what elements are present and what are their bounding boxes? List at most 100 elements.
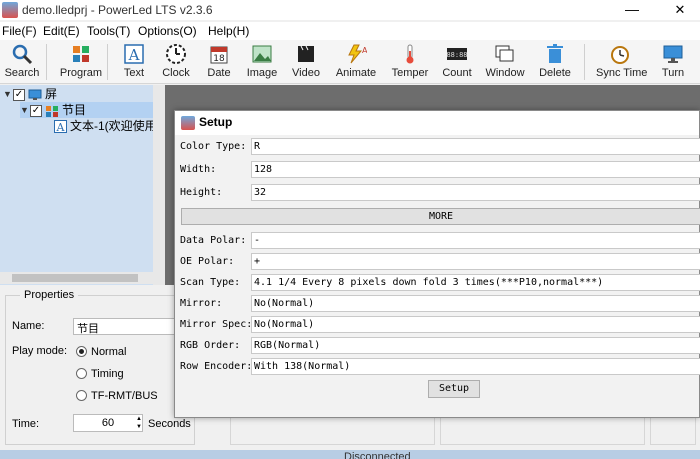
name-label: Name: bbox=[12, 320, 45, 332]
menu-options[interactable]: Options(O) bbox=[138, 24, 197, 38]
menu-bar: File(F) Edit(E) Tools(T) Options(O) Help… bbox=[0, 22, 700, 40]
tree-item-text[interactable]: A 文本-1(欢迎使用 bbox=[54, 118, 153, 134]
title-bar: demo.lledprj - PowerLed LTS v2.3.6 — ✕ bbox=[0, 0, 700, 20]
setup-dialog: Setup Color Type: R Width: 128 Height: 3… bbox=[174, 110, 700, 418]
toolbar-separator bbox=[584, 44, 585, 80]
svg-text:A: A bbox=[362, 46, 367, 55]
close-icon[interactable]: ✕ bbox=[660, 0, 700, 20]
mirror-field[interactable]: No(Normal) bbox=[251, 295, 700, 312]
image-button[interactable]: Image bbox=[240, 42, 284, 84]
window-title: demo.lledprj - PowerLed LTS v2.3.6 bbox=[22, 3, 213, 17]
svg-text:88:88: 88:88 bbox=[446, 51, 467, 59]
oe-polar-field[interactable]: + bbox=[251, 253, 700, 270]
more-button[interactable]: MORE bbox=[181, 208, 700, 225]
search-icon bbox=[12, 44, 33, 65]
checkbox[interactable]: ✓ bbox=[13, 88, 25, 101]
animate-icon: A bbox=[348, 44, 367, 64]
play-mode-label: Play mode: bbox=[12, 345, 68, 357]
window-icon bbox=[495, 45, 514, 62]
time-stepper-icon[interactable]: ▲ ▼ bbox=[135, 415, 143, 431]
dialog-title: Setup bbox=[199, 115, 233, 129]
row-encoder-label: Row Encoder: bbox=[180, 361, 253, 372]
delete-button[interactable]: Delete bbox=[533, 42, 577, 84]
sync-time-button[interactable]: Sync Time bbox=[596, 42, 647, 84]
app-logo-icon bbox=[2, 2, 18, 18]
tree-item-program[interactable]: ▼ ✓ 节目 bbox=[20, 102, 153, 118]
dialog-title-bar[interactable]: Setup bbox=[175, 111, 699, 135]
scan-type-field[interactable]: 4.1 1/4 Every 8 pixels down fold 3 times… bbox=[251, 274, 700, 291]
app-logo-icon bbox=[181, 116, 195, 130]
radio-icon bbox=[76, 368, 87, 379]
menu-help[interactable]: Help(H) bbox=[208, 24, 249, 38]
width-field[interactable]: 128 bbox=[251, 161, 700, 178]
clock-button[interactable]: Clock bbox=[154, 42, 198, 84]
collapse-icon[interactable]: ▼ bbox=[20, 102, 30, 118]
status-bar: Disconnected bbox=[0, 450, 700, 459]
image-icon bbox=[252, 45, 272, 63]
time-field[interactable]: 60 bbox=[73, 414, 143, 432]
collapse-icon[interactable]: ▼ bbox=[3, 86, 13, 102]
toolbar-separator bbox=[107, 44, 108, 80]
svg-text:18: 18 bbox=[213, 54, 225, 64]
calendar-icon: 18 bbox=[210, 46, 228, 64]
count-button[interactable]: 88:88 Count bbox=[435, 42, 479, 84]
thermometer-icon bbox=[406, 44, 414, 64]
window-button[interactable]: Window bbox=[483, 42, 527, 84]
svg-text:A: A bbox=[128, 46, 140, 64]
sync-time-icon bbox=[611, 46, 629, 64]
menu-tools[interactable]: Tools(T) bbox=[87, 24, 130, 38]
mirror-spec-label: Mirror Spec: bbox=[180, 319, 253, 330]
trash-icon bbox=[547, 44, 563, 63]
setup-button[interactable]: Setup bbox=[428, 380, 480, 398]
mirror-spec-field[interactable]: No(Normal) bbox=[251, 316, 700, 333]
height-label: Height: bbox=[180, 187, 223, 198]
temper-button[interactable]: Temper bbox=[388, 42, 432, 84]
counter-icon: 88:88 bbox=[446, 48, 468, 60]
rgb-order-field[interactable]: RGB(Normal) bbox=[251, 337, 700, 354]
radio-icon bbox=[76, 390, 87, 401]
properties-title: Properties bbox=[20, 289, 79, 301]
row-encoder-field[interactable]: With 138(Normal) bbox=[251, 358, 700, 375]
search-button[interactable]: Search bbox=[0, 42, 44, 84]
time-label: Time: bbox=[12, 418, 40, 430]
text-button[interactable]: A Text bbox=[112, 42, 156, 84]
minimize-icon[interactable]: — bbox=[612, 0, 652, 20]
data-polar-field[interactable]: - bbox=[251, 232, 700, 249]
rgb-order-label: RGB Order: bbox=[180, 340, 241, 351]
date-button[interactable]: 18 Date bbox=[197, 42, 241, 84]
program-tree: ▼ ✓ 屏 ▼ ✓ 节目 A 文本-1(欢迎使用 bbox=[0, 85, 153, 285]
svg-text:A: A bbox=[56, 121, 66, 133]
tree-item-screen[interactable]: ▼ ✓ 屏 bbox=[3, 86, 57, 102]
text-icon: A bbox=[124, 44, 144, 64]
screen-icon bbox=[28, 89, 42, 100]
scan-type-label: Scan Type: bbox=[180, 277, 241, 288]
horizontal-scrollbar[interactable] bbox=[0, 272, 153, 284]
height-field[interactable]: 32 bbox=[251, 184, 700, 201]
video-button[interactable]: Video bbox=[284, 42, 328, 84]
turn-button[interactable]: Turn bbox=[651, 42, 695, 84]
data-polar-label: Data Polar: bbox=[180, 235, 247, 246]
program-button[interactable]: Program bbox=[59, 42, 103, 84]
checkbox[interactable]: ✓ bbox=[30, 104, 42, 117]
vertical-scrollbar[interactable] bbox=[153, 85, 165, 285]
time-unit: Seconds bbox=[148, 418, 191, 430]
oe-polar-label: OE Polar: bbox=[180, 256, 235, 267]
menu-edit[interactable]: Edit(E) bbox=[43, 24, 80, 38]
color-type-label: Color Type: bbox=[180, 141, 247, 152]
radio-tf-rmt-bus[interactable]: TF-RMT/BUS bbox=[76, 390, 158, 402]
toolbar-separator bbox=[46, 44, 47, 80]
mirror-label: Mirror: bbox=[180, 298, 223, 309]
radio-selected-icon bbox=[76, 346, 87, 357]
menu-file[interactable]: File(F) bbox=[2, 24, 37, 38]
program-icon bbox=[73, 46, 89, 62]
animate-button[interactable]: A Animate bbox=[334, 42, 378, 84]
name-field[interactable]: 节目 bbox=[73, 318, 183, 335]
clock-icon bbox=[166, 44, 186, 64]
monitor-icon bbox=[663, 45, 683, 63]
scrollbar-thumb[interactable] bbox=[12, 274, 138, 282]
color-type-field[interactable]: R bbox=[251, 138, 700, 155]
radio-normal[interactable]: Normal bbox=[76, 346, 126, 358]
width-label: Width: bbox=[180, 164, 217, 175]
text-icon: A bbox=[54, 120, 67, 134]
radio-timing[interactable]: Timing bbox=[76, 368, 124, 380]
